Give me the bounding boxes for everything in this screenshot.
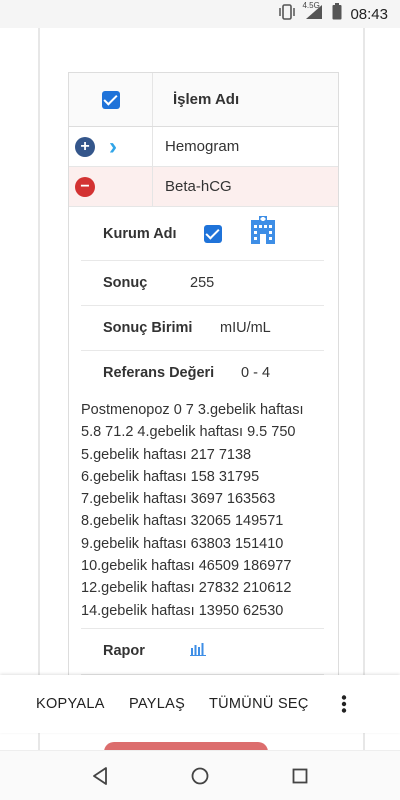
column-title: İşlem Adı	[173, 91, 240, 108]
table-header: İşlem Adı	[69, 73, 338, 127]
share-button[interactable]: PAYLAŞ	[129, 696, 185, 712]
reference-line: 5.gebelik haftası 217 7138	[81, 446, 252, 463]
status-bar: 4.5G 08:43	[0, 0, 400, 28]
row-label: Hemogram	[165, 138, 240, 155]
result-row: Sonuç 255	[81, 261, 324, 306]
reference-label: Referans Değeri	[103, 365, 215, 381]
more-options-icon[interactable]	[341, 695, 347, 718]
battery-icon	[332, 3, 342, 25]
unit-row: Sonuç Birimi mIU/mL	[81, 306, 324, 351]
result-value: 255	[190, 275, 215, 291]
copy-button[interactable]: KOPYALA	[36, 696, 105, 712]
text-selection-toolbar: KOPYALA PAYLAŞ TÜMÜNÜ SEÇ	[0, 675, 400, 733]
navigation-bar	[0, 750, 400, 800]
results-table: İşlem Adı + › Hemogram − Beta-hCG Kurum …	[68, 72, 339, 676]
network-type: 4.5G	[302, 0, 320, 10]
recents-icon[interactable]	[287, 763, 313, 789]
report-row: Rapor	[81, 629, 324, 675]
reference-line: 5.8 71.2 4.gebelik haftası 9.5 750	[81, 424, 296, 441]
right-border	[363, 28, 365, 750]
table-row[interactable]: − Beta-hCG	[69, 167, 338, 207]
bar-chart-icon[interactable]	[190, 642, 206, 661]
institution-row: Kurum Adı	[81, 207, 324, 261]
reference-value: 0 - 4	[241, 365, 271, 381]
reference-line: 7.gebelik haftası 3697 163563	[81, 491, 276, 508]
back-icon[interactable]	[87, 763, 113, 789]
unit-value: mIU/mL	[220, 320, 271, 336]
select-all-checkbox[interactable]	[101, 90, 120, 109]
reference-line: 10.gebelik haftası 46509 186977	[81, 558, 292, 575]
reference-ranges: Postmenopoz 0 7 3.gebelik haftası 5.8 71…	[81, 395, 324, 629]
collapse-icon[interactable]: −	[75, 176, 95, 197]
table-row[interactable]: + › Hemogram	[69, 127, 338, 167]
expand-icon[interactable]: +	[75, 136, 95, 157]
reference-line: 9.gebelik haftası 63803 151410	[81, 535, 284, 552]
institution-checkbox[interactable]	[203, 224, 222, 243]
clock: 08:43	[350, 5, 388, 23]
select-all-button[interactable]: TÜMÜNÜ SEÇ	[209, 696, 309, 712]
hospital-icon[interactable]	[248, 216, 278, 251]
institution-label: Kurum Adı	[103, 225, 177, 242]
unit-label: Sonuç Birimi	[103, 320, 193, 336]
page-content: İşlem Adı + › Hemogram − Beta-hCG Kurum …	[0, 28, 400, 750]
reference-line: Postmenopoz 0 7 3.gebelik haftası	[81, 402, 304, 418]
report-label: Rapor	[103, 643, 145, 660]
vibrate-icon	[278, 3, 296, 25]
home-icon[interactable]	[187, 763, 213, 789]
reference-line: 14.gebelik haftası 13950 62530	[81, 602, 284, 619]
reference-line: 12.gebelik haftası 27832 210612	[81, 580, 292, 597]
reference-line: 8.gebelik haftası 32065 149571	[81, 513, 284, 530]
chevron-right-icon[interactable]: ›	[109, 134, 117, 159]
reference-line: 6.gebelik haftası 158 31795	[81, 468, 260, 485]
row-label: Beta-hCG	[165, 178, 232, 195]
signal-icon: 4.5G	[302, 0, 324, 25]
row-detail: Kurum Adı Sonuç 255 Sonuç Birimi mIU/mL …	[69, 207, 338, 675]
reference-row: Referans Değeri 0 - 4	[81, 351, 324, 395]
left-border	[38, 28, 40, 750]
result-label: Sonuç	[103, 275, 148, 291]
